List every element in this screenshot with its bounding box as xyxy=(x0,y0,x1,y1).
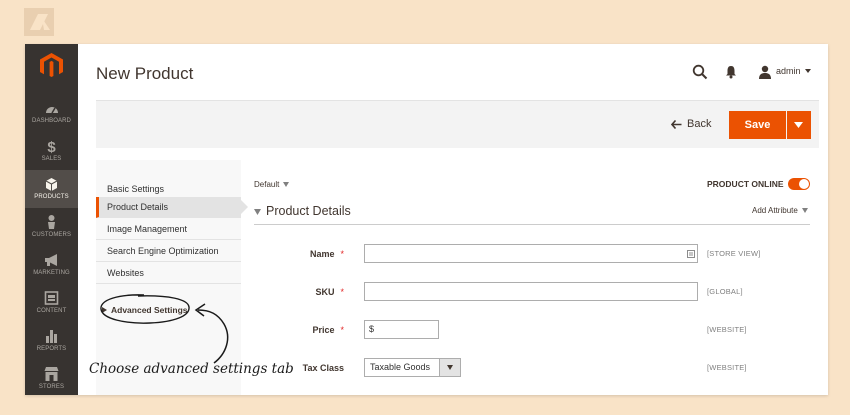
product-online-toggle[interactable] xyxy=(788,178,810,190)
nav-item-products[interactable]: PRODUCTS xyxy=(25,170,78,208)
tax-class-select[interactable]: Taxable Goods xyxy=(364,358,461,377)
field-label-text: Tax Class xyxy=(302,363,344,373)
tax-class-value: Taxable Goods xyxy=(370,362,431,372)
price-field-label: Price * xyxy=(274,325,344,335)
nav-item-marketing[interactable]: MARKETING xyxy=(25,246,78,284)
tab-group-heading: Basic Settings xyxy=(107,184,165,194)
content-icon xyxy=(44,291,59,305)
user-icon[interactable] xyxy=(758,65,772,79)
nav-label: MARKETING xyxy=(33,270,70,276)
price-scope-tag: [WEBSITE] xyxy=(707,325,747,334)
price-input[interactable]: $ xyxy=(364,320,439,339)
dollar-icon: $ xyxy=(47,139,56,155)
field-label-text: Price xyxy=(312,325,335,335)
nav-item-stores[interactable]: STORES xyxy=(25,360,78,395)
save-button[interactable]: Save xyxy=(729,111,786,139)
required-marker: * xyxy=(340,325,344,335)
product-online-label: PRODUCT ONLINE xyxy=(707,179,784,189)
nav-label: DASHBOARD xyxy=(32,118,71,124)
field-label-text: Name xyxy=(309,249,335,259)
highlight-circle xyxy=(100,294,190,324)
admin-sidebar: DASHBOARD $ SALES PRODUCTS CUSTOMERS MAR… xyxy=(25,44,78,395)
required-marker: * xyxy=(340,287,344,297)
caret-down-icon xyxy=(447,365,453,370)
advanced-settings-toggle[interactable]: Advanced Settings xyxy=(100,294,190,324)
nav-label: SALES xyxy=(41,156,62,162)
name-input[interactable] xyxy=(364,244,698,263)
name-field-label: Name * xyxy=(274,249,344,259)
add-attribute-button[interactable]: Add Attribute xyxy=(752,206,808,215)
caret-down-icon xyxy=(283,182,290,187)
section-title[interactable]: Product Details xyxy=(266,204,351,218)
tab-search-engine-optimization[interactable]: Search Engine Optimization xyxy=(96,241,241,262)
nav-label: REPORTS xyxy=(36,346,67,352)
sku-scope-tag: [GLOBAL] xyxy=(707,287,743,296)
page-actions-bar: Back Save xyxy=(96,100,819,148)
caret-down-icon xyxy=(794,122,803,128)
save-options-button[interactable] xyxy=(787,111,811,139)
search-icon[interactable] xyxy=(692,64,708,80)
person-icon xyxy=(48,215,55,229)
dashboard-icon xyxy=(46,107,58,114)
select-toggle[interactable] xyxy=(439,359,460,376)
nav-label: STORES xyxy=(38,384,65,390)
bar-chart-icon xyxy=(46,330,57,343)
store-scope-switcher[interactable]: Default xyxy=(254,180,290,189)
tab-websites[interactable]: Websites xyxy=(96,263,241,284)
nav-label: CUSTOMERS xyxy=(31,232,72,238)
section-divider xyxy=(254,224,810,225)
annotation-text: Choose advanced settings tab xyxy=(89,361,294,377)
nav-item-customers[interactable]: CUSTOMERS xyxy=(25,208,78,246)
svg-text:$: $ xyxy=(47,139,56,155)
nav-label: CONTENT xyxy=(36,308,67,314)
translate-icon[interactable] xyxy=(687,250,695,258)
tax-class-scope-tag: [WEBSITE] xyxy=(707,363,747,372)
back-button[interactable]: Back xyxy=(671,118,711,130)
nav-label: PRODUCTS xyxy=(34,194,69,200)
magento-logo-icon[interactable] xyxy=(38,52,65,78)
sku-input[interactable] xyxy=(364,282,698,301)
sku-field-label: SKU * xyxy=(274,287,344,297)
caret-down-icon xyxy=(801,208,808,213)
nav-item-reports[interactable]: REPORTS xyxy=(25,322,78,360)
field-label-text: SKU xyxy=(315,287,335,297)
cube-icon xyxy=(45,178,58,191)
required-marker: * xyxy=(340,249,344,259)
user-menu-name[interactable]: admin xyxy=(776,66,801,76)
tab-image-management[interactable]: Image Management xyxy=(96,219,241,240)
back-button-label: Back xyxy=(687,118,712,130)
store-icon xyxy=(44,367,59,381)
nav-item-sales[interactable]: $ SALES xyxy=(25,132,78,170)
page-title: New Product xyxy=(96,64,194,83)
watermark-logo-icon xyxy=(24,8,54,36)
store-scope-label: Default xyxy=(254,180,280,189)
admin-window: DASHBOARD $ SALES PRODUCTS CUSTOMERS MAR… xyxy=(25,44,828,395)
add-attribute-label: Add Attribute xyxy=(752,206,798,215)
nav-item-content[interactable]: CONTENT xyxy=(25,284,78,322)
caret-down-icon[interactable] xyxy=(805,68,811,74)
arrow-left-icon xyxy=(671,119,682,129)
megaphone-icon xyxy=(45,254,57,266)
name-scope-tag: [STORE VIEW] xyxy=(707,249,761,258)
nav-item-dashboard[interactable]: DASHBOARD xyxy=(25,94,78,132)
caret-down-icon[interactable] xyxy=(254,209,261,215)
tab-product-details[interactable]: Product Details xyxy=(96,197,248,218)
annotation-arrow-icon xyxy=(194,303,229,364)
bell-icon[interactable] xyxy=(724,64,738,79)
